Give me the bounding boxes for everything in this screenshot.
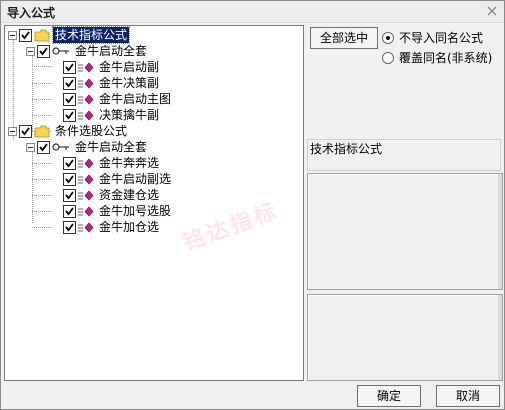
tree-label-leaf[interactable]: 金牛启动副选 xyxy=(97,171,173,187)
checkbox-leaf[interactable] xyxy=(63,156,76,170)
tree-node-root1[interactable]: 技术指标公式 xyxy=(8,26,131,44)
checkbox-root2[interactable] xyxy=(19,124,32,138)
checkbox-leaf[interactable] xyxy=(63,76,76,90)
formula-name-box: 技术指标公式 xyxy=(307,139,501,171)
formula-icon xyxy=(78,205,94,217)
tree-leaf[interactable]: 金牛启动主图 xyxy=(63,91,173,107)
tree-label-group1[interactable]: 金牛启动全套 xyxy=(73,43,149,59)
tree-leaf[interactable]: 金牛奔奔选 xyxy=(63,155,161,171)
checkbox-group2[interactable] xyxy=(37,140,50,154)
radio-skip-duplicates[interactable]: 不导入同名公式 xyxy=(382,29,483,46)
select-all-button[interactable]: 全部选中 xyxy=(310,27,378,49)
tree-leaf[interactable]: 金牛决策副 xyxy=(63,75,161,91)
window-title: 导入公式 xyxy=(7,6,56,20)
collapse-icon[interactable] xyxy=(8,126,17,136)
formula-icon xyxy=(78,93,94,105)
formula-icon xyxy=(78,157,94,169)
checkbox-leaf[interactable] xyxy=(63,172,76,186)
ok-button[interactable]: 确定 xyxy=(357,385,421,407)
folder-icon xyxy=(34,29,50,41)
collapse-icon[interactable] xyxy=(8,30,17,40)
folder-icon xyxy=(34,125,50,137)
detail-panel[interactable] xyxy=(307,294,503,381)
footer: 确定 取消 xyxy=(1,382,504,409)
tree-leaf[interactable]: 金牛加仓选 xyxy=(63,219,161,235)
formula-icon xyxy=(78,77,94,89)
tree-label-root2[interactable]: 条件选股公式 xyxy=(53,123,129,139)
description-panel[interactable] xyxy=(307,173,503,290)
tree-node-group2[interactable]: 金牛启动全套 xyxy=(26,139,149,155)
tree-node-root2[interactable]: 条件选股公式 xyxy=(8,123,129,139)
key-icon xyxy=(52,47,69,55)
radio-label: 覆盖同名(非系统) xyxy=(399,51,493,65)
tree-leaf[interactable]: 金牛启动副 xyxy=(63,59,161,75)
tree-label-leaf[interactable]: 金牛决策副 xyxy=(97,75,161,91)
tree-leaf[interactable]: 决策擒牛副 xyxy=(63,107,161,123)
radio-button[interactable] xyxy=(382,51,394,64)
tree-label-group2[interactable]: 金牛启动全套 xyxy=(73,139,149,155)
collapse-icon[interactable] xyxy=(26,142,35,152)
import-formula-dialog: 导入公式 技术指标公式 金牛启动全套 金牛启动副 金牛决策副 金牛启动主图 决策… xyxy=(0,0,505,410)
checkbox-leaf[interactable] xyxy=(63,204,76,218)
formula-name-text: 技术指标公式 xyxy=(310,142,383,156)
checkbox-leaf[interactable] xyxy=(63,92,76,106)
title-bar: 导入公式 xyxy=(1,1,504,23)
formula-icon xyxy=(78,221,94,233)
tree-node-group1[interactable]: 金牛启动全套 xyxy=(26,43,149,59)
checkbox-group1[interactable] xyxy=(37,44,50,58)
checkbox-leaf[interactable] xyxy=(63,188,76,202)
formula-tree[interactable]: 技术指标公式 金牛启动全套 金牛启动副 金牛决策副 金牛启动主图 决策擒牛副 条… xyxy=(4,25,304,381)
formula-icon xyxy=(78,189,94,201)
watermark: 铭达指标 xyxy=(179,198,283,257)
tree-label-leaf[interactable]: 金牛加号选股 xyxy=(97,203,173,219)
checkbox-root1[interactable] xyxy=(19,28,32,42)
key-icon xyxy=(52,143,69,151)
checkbox-leaf[interactable] xyxy=(63,108,76,122)
radio-overwrite-duplicates[interactable]: 覆盖同名(非系统) xyxy=(382,49,492,66)
tree-label-leaf[interactable]: 决策擒牛副 xyxy=(97,107,161,123)
close-icon[interactable] xyxy=(484,3,500,19)
tree-leaf[interactable]: 金牛加号选股 xyxy=(63,203,173,219)
radio-label: 不导入同名公式 xyxy=(399,31,484,45)
tree-label-root1[interactable]: 技术指标公式 xyxy=(51,26,131,44)
tree-label-leaf[interactable]: 金牛加仓选 xyxy=(97,219,161,235)
formula-icon xyxy=(78,61,94,73)
tree-label-leaf[interactable]: 资金建仓选 xyxy=(97,187,161,203)
tree-label-leaf[interactable]: 金牛启动主图 xyxy=(97,91,173,107)
radio-button[interactable] xyxy=(382,31,394,44)
checkbox-leaf[interactable] xyxy=(63,220,76,234)
formula-icon xyxy=(78,173,94,185)
tree-leaf[interactable]: 金牛启动副选 xyxy=(63,171,173,187)
formula-icon xyxy=(78,109,94,121)
tree-label-leaf[interactable]: 金牛奔奔选 xyxy=(97,155,161,171)
tree-leaf[interactable]: 资金建仓选 xyxy=(63,187,161,203)
collapse-icon[interactable] xyxy=(26,46,35,56)
checkbox-leaf[interactable] xyxy=(63,60,76,74)
tree-label-leaf[interactable]: 金牛启动副 xyxy=(97,59,161,75)
cancel-button[interactable]: 取消 xyxy=(436,385,500,407)
